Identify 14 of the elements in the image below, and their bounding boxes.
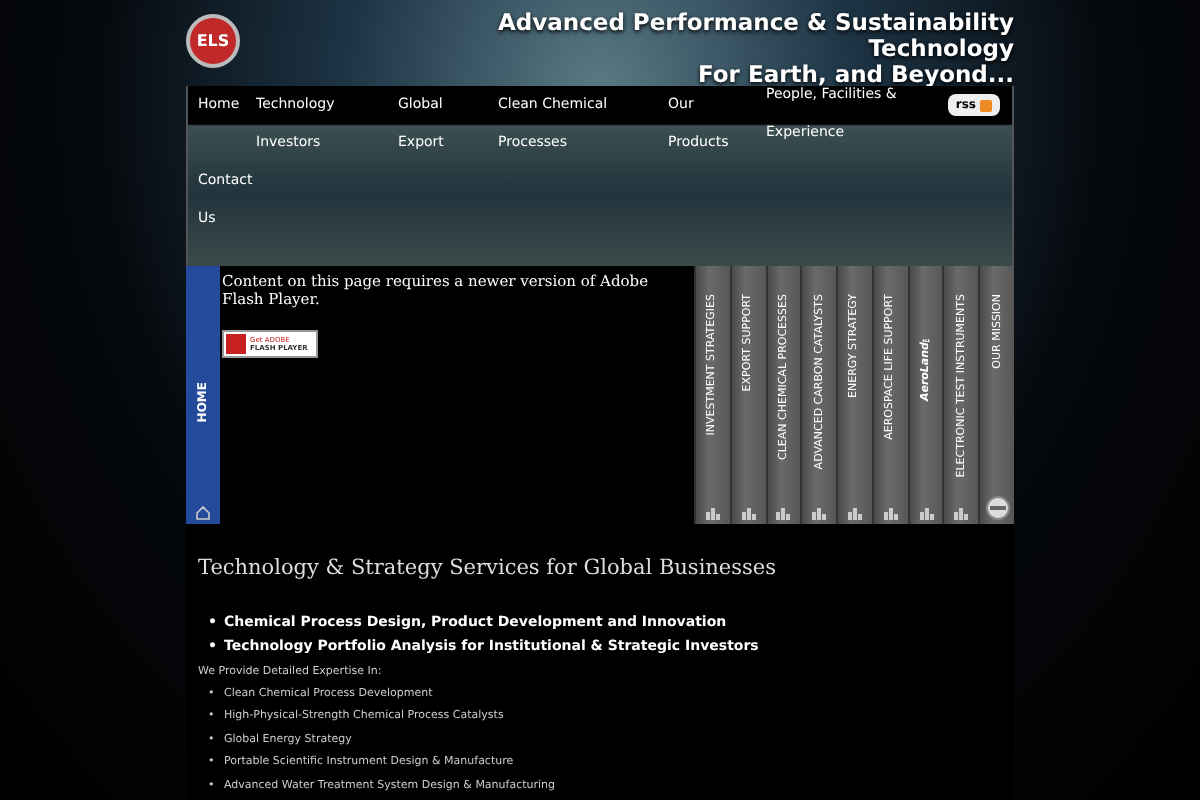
flash-logo-icon — [226, 334, 246, 354]
section-heading: Technology & Strategy Services for Global Businesses — [198, 554, 779, 584]
small-glyph-icon — [776, 508, 791, 520]
home-icon — [196, 506, 210, 520]
small-glyph-icon — [705, 508, 720, 520]
rss-icon — [980, 99, 992, 111]
small-glyph-icon — [919, 508, 934, 520]
logo[interactable]: ELS — [186, 14, 240, 68]
small-glyph-icon — [883, 508, 898, 520]
small-glyph-icon — [954, 508, 969, 520]
small-glyph-icon — [848, 508, 863, 520]
small-glyph-icon — [812, 508, 827, 520]
site-tagline: Advanced Performance & Sustainability Technology For Earth, and Beyond... — [498, 10, 1014, 88]
small-glyph-icon — [741, 508, 756, 520]
